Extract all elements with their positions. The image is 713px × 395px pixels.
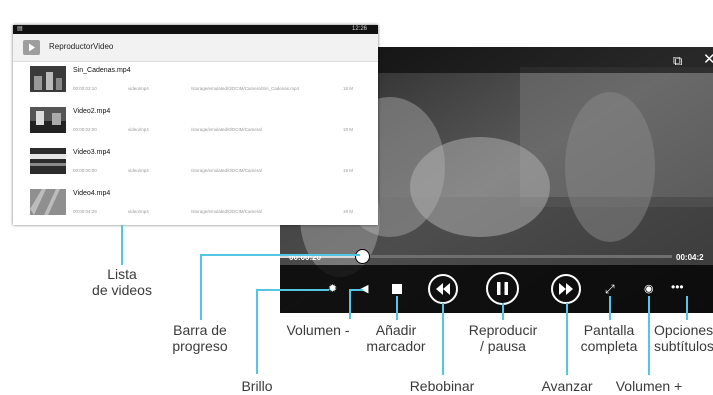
- callout-line-marcador: [396, 296, 398, 320]
- video-thumbnail: [30, 107, 66, 133]
- video-mime: video/mp4: [128, 86, 149, 91]
- video-list-item[interactable]: Video2.mp4 00:00:02:00 video/mp4 /storag…: [13, 103, 378, 145]
- video-duration: 00:00:02:00: [73, 127, 97, 132]
- callout-line-volumen-menos: [349, 289, 351, 319]
- video-name: Video4.mp4: [73, 190, 111, 197]
- seek-bar-thumb[interactable]: [356, 250, 369, 263]
- callout-anadir-marcador: Añadir marcador: [366, 322, 426, 354]
- callout-opciones-subtitulos: Opciones subtítulos: [654, 322, 713, 354]
- callout-line-rebobinar: [442, 303, 444, 375]
- video-mime: video/mp4: [128, 127, 149, 132]
- close-icon[interactable]: ✕: [703, 52, 713, 67]
- video-name: Video3.mp4: [73, 149, 111, 156]
- video-path: /storage/emulated/0/DCIM/Camera/Sin_Cade…: [191, 86, 300, 91]
- forward-button[interactable]: [551, 274, 581, 304]
- video-name: Video2.mp4: [73, 108, 111, 115]
- rewind-button[interactable]: [428, 274, 458, 304]
- callout-line-reproducir: [502, 303, 504, 320]
- callout-line-avanzar: [566, 303, 568, 375]
- video-mime: video/mp4: [128, 168, 149, 173]
- video-name: Sin_Cadenas.mp4: [73, 67, 131, 74]
- rewind-icon: [436, 283, 450, 295]
- brightness-icon[interactable]: ✹: [328, 284, 337, 295]
- total-time: 00:04:2: [676, 253, 704, 262]
- video-size: 19 M: [343, 127, 354, 132]
- callout-reproducir-pausa: Reproducir / pausa: [468, 322, 538, 354]
- callout-barra-de-progreso: Barra de progreso: [172, 322, 228, 354]
- video-path: /storage/emulated/0/DCIM/Camera/: [191, 127, 263, 132]
- video-thumbnail: [30, 189, 66, 215]
- video-duration: 00:00:02:10: [73, 86, 97, 91]
- forward-icon: [559, 283, 573, 295]
- app-logo-icon: [23, 40, 40, 55]
- callout-volumen-mas: Volumen +: [615, 378, 683, 394]
- video-duration: 00:00:04:29: [73, 209, 97, 214]
- callout-line-brillo: [256, 289, 329, 291]
- callout-brillo: Brillo: [241, 378, 273, 394]
- app-header: ReproductorVideo: [13, 34, 378, 62]
- video-path: /storage/emulated/0/DCIM/Camera/: [191, 209, 263, 214]
- callout-line-volumen-mas: [648, 296, 650, 375]
- video-list-item[interactable]: Video3.mp4 00:00:00:00 video/mp4 /storag…: [13, 144, 378, 186]
- video-list-item[interactable]: Video4.mp4 00:00:04:29 video/mp4 /storag…: [13, 185, 378, 225]
- status-icon: ▤: [17, 26, 23, 32]
- callout-pantalla-completa: Pantalla completa: [580, 322, 638, 354]
- callout-line-barra: [200, 254, 202, 320]
- video-size: 19 M: [343, 86, 354, 91]
- video-duration: 00:00:00:00: [73, 168, 97, 173]
- video-thumbnail: [30, 148, 66, 174]
- video-thumbnail: [30, 66, 66, 92]
- callout-line-volumen-menos: [349, 289, 363, 291]
- video-size: 19 M: [343, 168, 354, 173]
- callout-line-lista: [121, 225, 123, 265]
- callout-lista-de-videos: Lista de videos: [92, 266, 152, 298]
- add-bookmark-icon[interactable]: [392, 284, 402, 294]
- callout-line-brillo: [256, 289, 258, 374]
- callout-line-barra: [200, 254, 360, 256]
- volume-up-icon[interactable]: ◉: [644, 284, 654, 295]
- callout-avanzar: Avanzar: [541, 378, 593, 394]
- fullscreen-icon[interactable]: ⤢: [605, 283, 615, 295]
- video-size: 19 M: [343, 209, 354, 214]
- video-path: /storage/emulated/0/DCIM/Camera/: [191, 168, 263, 173]
- callout-line-pantalla: [609, 296, 611, 320]
- status-time: 12:26: [352, 26, 368, 32]
- app-window: ▤ 12:26 ReproductorVideo Sin_Cadenas.mp4…: [13, 25, 378, 225]
- video-mime: video/mp4: [128, 209, 149, 214]
- pause-icon: [497, 282, 508, 295]
- more-options-icon[interactable]: •••: [671, 281, 684, 293]
- status-bar: ▤ 12:26: [13, 25, 378, 34]
- play-pause-button[interactable]: [486, 272, 519, 305]
- picture-in-picture-icon[interactable]: ⧉: [673, 54, 682, 67]
- video-list-item[interactable]: Sin_Cadenas.mp4 00:00:02:10 video/mp4 /s…: [13, 62, 378, 104]
- callout-line-opciones: [686, 296, 688, 320]
- app-title: ReproductorVideo: [49, 42, 114, 51]
- callout-volumen-menos: Volumen -: [286, 322, 350, 338]
- callout-rebobinar: Rebobinar: [409, 378, 475, 394]
